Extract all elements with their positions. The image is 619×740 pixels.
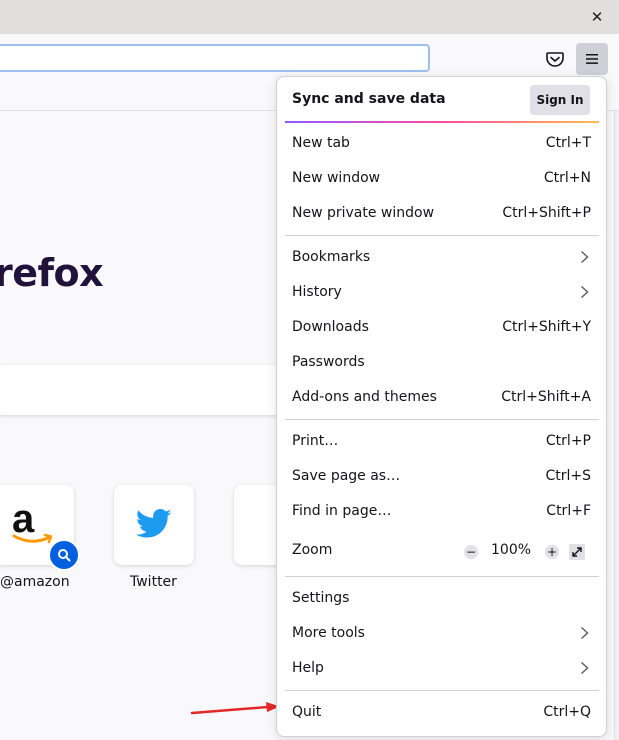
menu-item-new-window[interactable]: New window Ctrl+N xyxy=(285,162,599,196)
menu-item-label: Add-ons and themes xyxy=(292,389,437,405)
new-tab-search-box[interactable] xyxy=(0,365,296,415)
top-site-label: @amazon xyxy=(0,574,70,590)
menu-item-label: Downloads xyxy=(292,319,369,335)
menu-separator xyxy=(285,235,599,236)
menu-item-settings[interactable]: Settings xyxy=(285,582,599,616)
annotation-arrow xyxy=(190,702,280,715)
menu-item-label: Help xyxy=(292,660,324,676)
chevron-right-icon xyxy=(581,285,589,299)
menu-item-label: Bookmarks xyxy=(292,249,371,265)
menu-item-label: More tools xyxy=(292,625,365,641)
menu-separator xyxy=(285,576,599,577)
sign-in-button[interactable]: Sign In xyxy=(530,85,590,115)
menu-item-shortcut: Ctrl+N xyxy=(543,170,591,186)
application-menu-panel: Sync and save data Sign In New tab Ctrl+… xyxy=(276,76,607,737)
menu-item-label: Settings xyxy=(292,590,350,606)
menu-item-shortcut: Ctrl+Shift+Y xyxy=(502,319,591,335)
menu-item-label: Zoom xyxy=(292,542,333,558)
menu-item-addons-and-themes[interactable]: Add-ons and themes Ctrl+Shift+A xyxy=(285,381,599,415)
menu-item-shortcut: Ctrl+F xyxy=(546,503,591,519)
menu-item-passwords[interactable]: Passwords xyxy=(285,346,599,380)
pocket-icon[interactable] xyxy=(544,48,566,70)
zoom-reset-button[interactable]: 100% xyxy=(491,542,531,558)
menu-item-shortcut: Ctrl+Q xyxy=(543,704,591,720)
top-site-tile-twitter[interactable] xyxy=(114,485,194,565)
menu-item-save-page-as[interactable]: Save page as… Ctrl+S xyxy=(285,460,599,494)
menu-item-more-tools[interactable]: More tools xyxy=(285,617,599,651)
menu-item-label: History xyxy=(292,284,342,300)
menu-item-label: New private window xyxy=(292,205,435,221)
menu-item-history[interactable]: History xyxy=(285,276,599,310)
menu-item-bookmarks[interactable]: Bookmarks xyxy=(285,241,599,275)
sync-heading: Sync and save data xyxy=(292,91,446,107)
menu-item-shortcut: Ctrl+S xyxy=(545,468,591,484)
firefox-wordmark: refox xyxy=(0,251,104,295)
menu-item-label: New window xyxy=(292,170,381,186)
open-application-menu-button[interactable] xyxy=(576,43,608,75)
menu-item-label: Find in page… xyxy=(292,503,392,519)
menu-item-new-tab[interactable]: New tab Ctrl+T xyxy=(285,127,599,161)
menu-separator xyxy=(285,419,599,420)
menu-separator xyxy=(285,690,599,691)
menu-item-find-in-page[interactable]: Find in page… Ctrl+F xyxy=(285,495,599,529)
menu-item-quit[interactable]: Quit Ctrl+Q xyxy=(285,696,599,730)
menu-item-shortcut: Ctrl+Shift+A xyxy=(501,389,591,405)
menu-item-downloads[interactable]: Downloads Ctrl+Shift+Y xyxy=(285,311,599,345)
zoom-out-button[interactable]: − xyxy=(464,545,478,559)
window-close-button[interactable]: ✕ xyxy=(586,7,608,27)
chevron-right-icon xyxy=(581,626,589,640)
menu-item-label: Print… xyxy=(292,433,339,449)
menu-item-new-private-window[interactable]: New private window Ctrl+Shift+P xyxy=(285,197,599,231)
menu-item-print[interactable]: Print… Ctrl+P xyxy=(285,425,599,459)
menu-item-label: Quit xyxy=(292,704,322,720)
url-bar[interactable] xyxy=(0,44,430,72)
menu-item-label: Passwords xyxy=(292,354,365,370)
title-bar: ✕ xyxy=(0,0,619,34)
top-site-label: Twitter xyxy=(130,574,177,590)
twitter-bird-icon xyxy=(136,509,172,538)
chevron-right-icon xyxy=(581,250,589,264)
search-icon xyxy=(48,539,80,571)
menu-item-shortcut: Ctrl+T xyxy=(545,135,591,151)
menu-item-label: New tab xyxy=(292,135,350,151)
menu-item-help[interactable]: Help xyxy=(285,652,599,686)
scrollbar-edge xyxy=(614,111,619,740)
amazon-smile-icon xyxy=(12,533,53,544)
chevron-right-icon xyxy=(581,661,589,675)
sync-divider xyxy=(285,121,599,123)
zoom-in-button[interactable]: + xyxy=(545,545,559,559)
menu-item-label: Save page as… xyxy=(292,468,401,484)
hamburger-menu-icon xyxy=(586,54,598,64)
menu-item-shortcut: Ctrl+P xyxy=(545,433,591,449)
fullscreen-icon[interactable] xyxy=(568,543,586,561)
menu-item-shortcut: Ctrl+Shift+P xyxy=(502,205,591,221)
menu-item-zoom: Zoom − 100% + xyxy=(285,534,599,568)
